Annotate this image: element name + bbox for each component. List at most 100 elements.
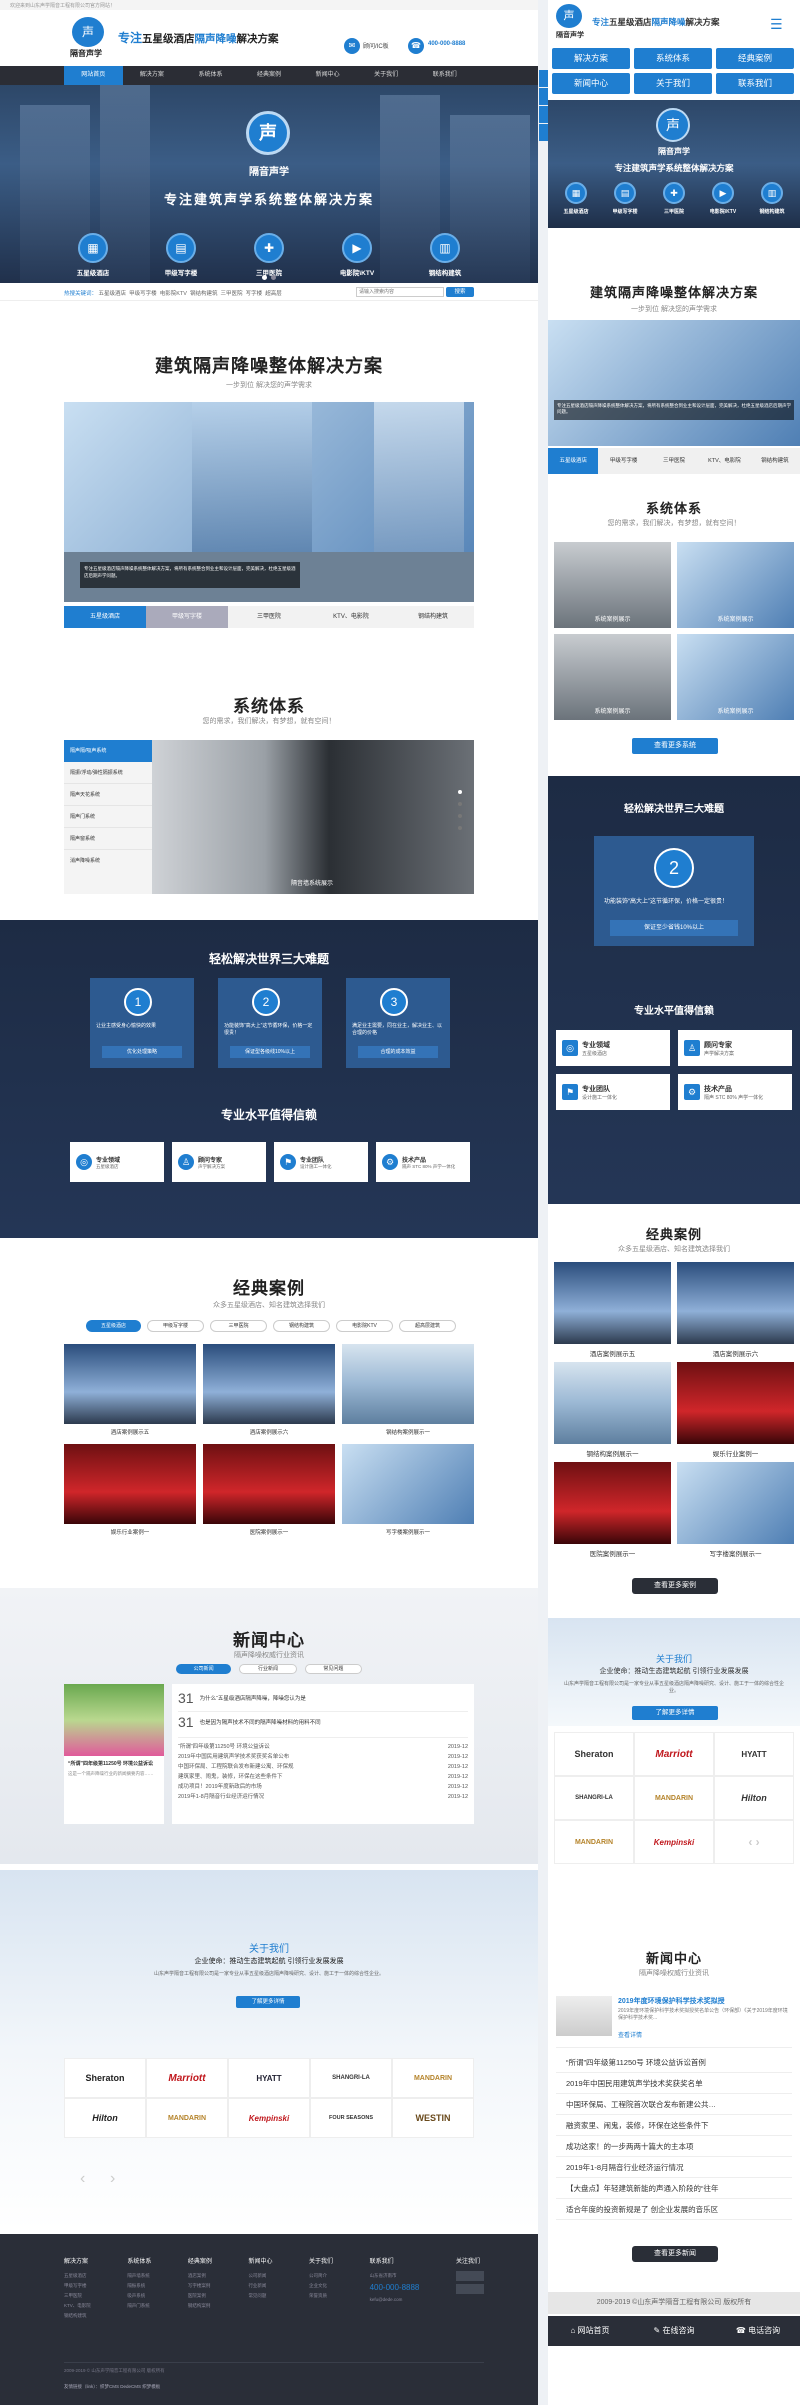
case-tab[interactable]: 三甲医院 xyxy=(210,1320,267,1332)
nav-item-cases[interactable]: 经典案例 xyxy=(240,66,299,85)
system-menu-item[interactable]: 隔声门系统 xyxy=(64,806,152,828)
problem-button[interactable]: 合理的成本效益 xyxy=(358,1046,438,1058)
news-headline[interactable]: 31 为什么“五星级酒店隔声降噪，降噪您认为是 xyxy=(178,1690,468,1712)
hero-icon-steel[interactable]: ▥ 钢结构建筑 xyxy=(422,233,468,277)
m-nav-button[interactable]: 解决方案 xyxy=(552,48,630,69)
footer-link[interactable]: 公司简介 xyxy=(309,2271,333,2281)
m-nav-button[interactable]: 新闻中心 xyxy=(552,73,630,94)
m-nav-button[interactable]: 经典案例 xyxy=(716,48,794,69)
m-about-button[interactable]: 了解更多详情 xyxy=(632,1706,718,1720)
keyword-link[interactable]: 写字楼 xyxy=(246,291,263,297)
m-system-more-button[interactable]: 查看更多系统 xyxy=(632,738,718,754)
footer-link[interactable]: 吸声系统 xyxy=(127,2291,151,2301)
m-bottom-home[interactable]: ⌂ 网站首页 xyxy=(548,2316,632,2346)
m-bottom-chat[interactable]: ✎ 在线咨询 xyxy=(632,2316,716,2346)
carousel-prev-icon[interactable]: ‹ xyxy=(80,2170,85,2188)
hero-icon-office[interactable]: ▤ 甲级写字楼 xyxy=(158,233,204,277)
keyword-link[interactable]: 甲级写字楼 xyxy=(129,291,157,297)
system-menu-item[interactable]: 隔振/浮动/弹性隔振系统 xyxy=(64,762,152,784)
qr-wechat-icon[interactable] xyxy=(455,2271,484,2281)
m-nav-button[interactable]: 关于我们 xyxy=(634,73,712,94)
news-list-item[interactable]: “所谓”四年级第11250号 环境公益诉讼 2019-12 xyxy=(178,1742,468,1752)
brand-logo[interactable]: 声 xyxy=(72,17,104,47)
search-input[interactable] xyxy=(356,287,444,297)
news-list-item[interactable]: 2019年中国民用建筑声学技术奖获奖名单公布 2019-12 xyxy=(178,1752,468,1762)
case-label[interactable]: 酒店案例展示五 xyxy=(64,1428,196,1436)
case-tab[interactable]: 五星级酒店 xyxy=(86,1320,141,1332)
hero-icon-hotel[interactable]: ▦ 五星级酒店 xyxy=(70,233,116,277)
slider-dot[interactable] xyxy=(271,275,276,280)
about-button[interactable]: 了解更多详情 xyxy=(236,1996,300,2008)
news-list-item[interactable]: 成功项目！2019年度新政后的市场 2019-12 xyxy=(178,1782,468,1792)
m-news-more-button[interactable]: 查看更多新闻 xyxy=(632,2246,718,2262)
case-image[interactable] xyxy=(64,1344,196,1424)
footer-link[interactable]: 行业新闻 xyxy=(248,2281,272,2291)
nav-item-solutions[interactable]: 解决方案 xyxy=(123,66,182,85)
hero-icon-cinema[interactable]: ▶ 电影院\KTV xyxy=(334,233,380,277)
case-label[interactable]: 酒店案例展示六 xyxy=(203,1428,335,1436)
nav-item-contact[interactable]: 联系我们 xyxy=(415,66,474,85)
news-tab[interactable]: 行业新闻 xyxy=(239,1664,297,1674)
problem-button[interactable]: 优化处理策略 xyxy=(102,1046,182,1058)
keyword-link[interactable]: 三甲医院 xyxy=(221,291,243,297)
case-image[interactable] xyxy=(64,1444,196,1524)
m-news-feature[interactable]: 2019年度环境保护科学技术奖拟授 2019年度环境保护科学技术奖拟授奖名单公告… xyxy=(556,1996,792,2048)
system-menu-item[interactable]: 隔声隔/吸声系统 xyxy=(64,740,152,762)
news-headline[interactable]: 31 也是因为隔声技术不同的隔声降噪材料的用料不同 xyxy=(178,1714,468,1738)
qr-weibo-icon[interactable] xyxy=(455,2284,484,2294)
case-label[interactable]: 娱乐行业案例一 xyxy=(64,1528,196,1536)
case-image[interactable] xyxy=(342,1444,474,1524)
footer-link[interactable]: 甲级写字楼 xyxy=(64,2281,91,2291)
news-list-item[interactable]: 2019年1-8月隔音行业经济运行情况 2019-12 xyxy=(178,1792,468,1802)
case-tab[interactable]: 电影院KTV xyxy=(336,1320,393,1332)
system-menu-item[interactable]: 隔声窗系统 xyxy=(64,828,152,850)
footer-link[interactable]: 三甲医院 xyxy=(64,2291,91,2301)
nav-item-system[interactable]: 系统体系 xyxy=(181,66,240,85)
news-list-item[interactable]: 中国环保局、工程院联合发布新建公寓、环保规 2019-12 xyxy=(178,1762,468,1772)
case-image[interactable] xyxy=(203,1344,335,1424)
news-feature[interactable]: “所谓”四年级第11250号 环境公益诉讼 这是一个隔声降噪行业的新闻摘要内容…… xyxy=(64,1684,164,1824)
footer-link[interactable]: 医院案例 xyxy=(188,2291,212,2301)
tab-hospital[interactable]: 三甲医院 xyxy=(228,606,310,628)
slider-dot-active[interactable] xyxy=(262,275,267,280)
m-nav-button[interactable]: 联系我们 xyxy=(716,73,794,94)
footer-link[interactable]: 隔振系统 xyxy=(127,2281,151,2291)
m-bottom-phone[interactable]: ☎ 电话咨询 xyxy=(716,2316,800,2346)
search-button[interactable]: 搜索 xyxy=(446,287,474,297)
footer-link[interactable]: 五星级酒店 xyxy=(64,2271,91,2281)
footer-link[interactable]: 写字楼案例 xyxy=(188,2281,212,2291)
footer-link[interactable]: 公司新闻 xyxy=(248,2271,272,2281)
keyword-link[interactable]: 超高层 xyxy=(265,291,282,297)
footer-link[interactable]: 荣誉资质 xyxy=(309,2291,333,2301)
footer-link[interactable]: 常见问题 xyxy=(248,2291,272,2301)
keyword-link[interactable]: 钢结构建筑 xyxy=(190,291,218,297)
keyword-link[interactable]: 电影院KTV xyxy=(160,291,187,297)
case-tab[interactable]: 甲级写字楼 xyxy=(147,1320,204,1332)
problem-button[interactable]: 保证型各级线10%以上 xyxy=(230,1046,310,1058)
tab-ktv[interactable]: KTV、电影院 xyxy=(310,606,392,628)
case-tab[interactable]: 超高层建筑 xyxy=(399,1320,456,1332)
m-nav-button[interactable]: 系统体系 xyxy=(634,48,712,69)
footer-link[interactable]: 钢结构案例 xyxy=(188,2301,212,2311)
news-list-item[interactable]: 建筑家里、闹鬼，装修，环保在这些条件下 2019-12 xyxy=(178,1772,468,1782)
footer-link[interactable]: 酒店案例 xyxy=(188,2271,212,2281)
carousel-next-icon[interactable]: › xyxy=(110,2170,115,2188)
footer-link[interactable]: 隔声门系统 xyxy=(127,2301,151,2311)
keyword-link[interactable]: 五星级酒店 xyxy=(99,291,127,297)
footer-link[interactable]: KTV、电影院 xyxy=(64,2301,91,2311)
case-image[interactable] xyxy=(203,1444,335,1524)
case-label[interactable]: 医院案例展示一 xyxy=(203,1528,335,1536)
footer-link[interactable]: 钢结构建筑 xyxy=(64,2311,91,2321)
tab-office[interactable]: 甲级写字楼 xyxy=(146,606,228,628)
case-tab[interactable]: 钢结构建筑 xyxy=(273,1320,330,1332)
tab-hotel[interactable]: 五星级酒店 xyxy=(64,606,146,628)
tab-steel[interactable]: 钢结构建筑 xyxy=(392,606,474,628)
nav-item-news[interactable]: 新闻中心 xyxy=(298,66,357,85)
footer-link[interactable]: 隔声墙系统 xyxy=(127,2271,151,2281)
menu-icon[interactable]: ☰ xyxy=(770,16,783,33)
hero-icon-hospital[interactable]: ✚ 三甲医院 xyxy=(246,233,292,277)
m-cases-more-button[interactable]: 查看更多案例 xyxy=(632,1578,718,1594)
case-label[interactable]: 写字楼案例展示一 xyxy=(342,1528,474,1536)
nav-item-about[interactable]: 关于我们 xyxy=(357,66,416,85)
m-carousel-arrows-icon[interactable]: ‹ › xyxy=(714,1820,794,1864)
